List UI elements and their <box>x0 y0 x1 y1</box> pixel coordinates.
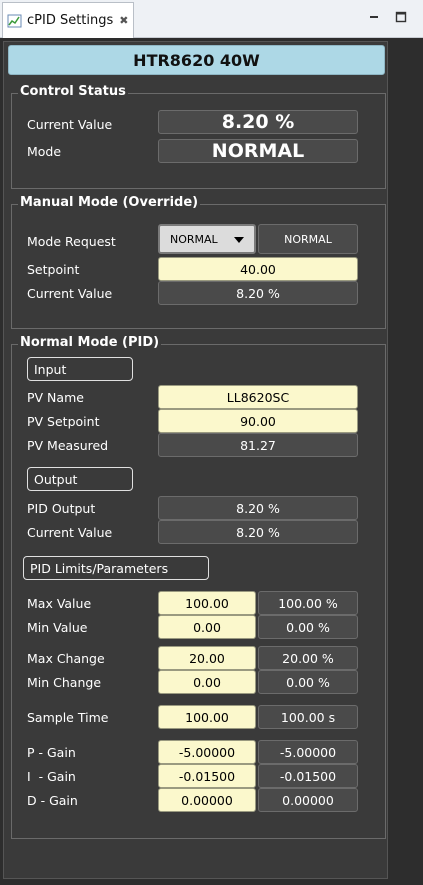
sample-time-input[interactable]: 100.00 <box>158 705 256 729</box>
current-value-label: Current Value <box>27 286 113 301</box>
i-gain-input[interactable]: -0.01500 <box>158 764 256 788</box>
output-header: Output <box>27 467 133 491</box>
setpoint-label: Setpoint <box>27 262 80 277</box>
mode-request-readback: NORMAL <box>258 224 358 254</box>
current-value-display: 8.20 % <box>158 520 358 544</box>
max-value-input[interactable]: 100.00 <box>158 591 256 615</box>
mode-display: NORMAL <box>158 139 358 163</box>
d-gain-label: D - Gain <box>27 793 78 808</box>
maximize-icon[interactable] <box>394 10 408 24</box>
group-title: Manual Mode (Override) <box>18 195 201 210</box>
min-change-input[interactable]: 0.00 <box>158 670 256 694</box>
input-header: Input <box>27 357 133 381</box>
p-gain-input[interactable]: -5.00000 <box>158 740 256 764</box>
dropdown-value: NORMAL <box>170 232 218 246</box>
max-change-input[interactable]: 20.00 <box>158 646 256 670</box>
i-gain-readback: -0.01500 <box>258 764 358 788</box>
pid-output-label: PID Output <box>27 501 96 516</box>
group-title: Control Status <box>18 84 128 99</box>
sample-time-label: Sample Time <box>27 710 109 725</box>
current-value-display: 8.20 % <box>158 110 358 134</box>
pv-setpoint-label: PV Setpoint <box>27 414 100 429</box>
min-change-readback: 0.00 % <box>258 670 358 694</box>
min-change-label: Min Change <box>27 675 102 690</box>
min-value-label: Min Value <box>27 620 88 635</box>
device-title: HTR8620 40W <box>8 45 385 75</box>
max-value-readback: 100.00 % <box>258 591 358 615</box>
editor-tab-bar: cPID Settings ✖ <box>0 0 423 38</box>
min-value-input[interactable]: 0.00 <box>158 615 256 639</box>
max-value-label: Max Value <box>27 596 92 611</box>
pv-name-label: PV Name <box>27 390 84 405</box>
tab-label: cPID Settings <box>27 13 114 28</box>
mode-label: Mode <box>27 144 62 159</box>
i-gain-label: I - Gain <box>27 769 76 784</box>
d-gain-input[interactable]: 0.00000 <box>158 788 256 812</box>
pv-measured-label: PV Measured <box>27 438 109 453</box>
minimize-icon[interactable] <box>367 10 381 24</box>
p-gain-label: P - Gain <box>27 745 76 760</box>
pid-output-display: 8.20 % <box>158 496 358 520</box>
group-title: Normal Mode (PID) <box>18 335 162 350</box>
current-value-display: 8.20 % <box>158 281 358 305</box>
close-icon[interactable]: ✖ <box>119 14 128 27</box>
pv-setpoint-input[interactable]: 90.00 <box>158 409 358 433</box>
chevron-down-icon <box>234 237 244 243</box>
sample-time-readback: 100.00 s <box>258 705 358 729</box>
current-value-label: Current Value <box>27 117 113 132</box>
setpoint-input[interactable]: 40.00 <box>158 257 358 281</box>
view-area: HTR8620 40W Control Status Current Value… <box>0 38 423 885</box>
p-gain-readback: -5.00000 <box>258 740 358 764</box>
pid-limits-header: PID Limits/Parameters <box>23 556 209 580</box>
current-value-label: Current Value <box>27 525 113 540</box>
min-value-readback: 0.00 % <box>258 615 358 639</box>
settings-panel: HTR8620 40W Control Status Current Value… <box>3 41 388 879</box>
pv-name-input[interactable]: LL8620SC <box>158 385 358 409</box>
normal-mode-group: Normal Mode (PID) Input PV Name LL8620SC… <box>11 335 386 839</box>
tab-cpid-settings[interactable]: cPID Settings ✖ <box>2 2 134 38</box>
control-status-group: Control Status Current Value 8.20 % Mode… <box>11 84 386 189</box>
d-gain-readback: 0.00000 <box>258 788 358 812</box>
manual-mode-group: Manual Mode (Override) Mode Request NORM… <box>11 195 386 329</box>
chart-icon <box>7 14 22 27</box>
max-change-label: Max Change <box>27 651 105 666</box>
mode-request-dropdown[interactable]: NORMAL <box>158 224 256 254</box>
mode-request-label: Mode Request <box>27 234 116 249</box>
max-change-readback: 20.00 % <box>258 646 358 670</box>
pv-measured-display: 81.27 <box>158 433 358 457</box>
